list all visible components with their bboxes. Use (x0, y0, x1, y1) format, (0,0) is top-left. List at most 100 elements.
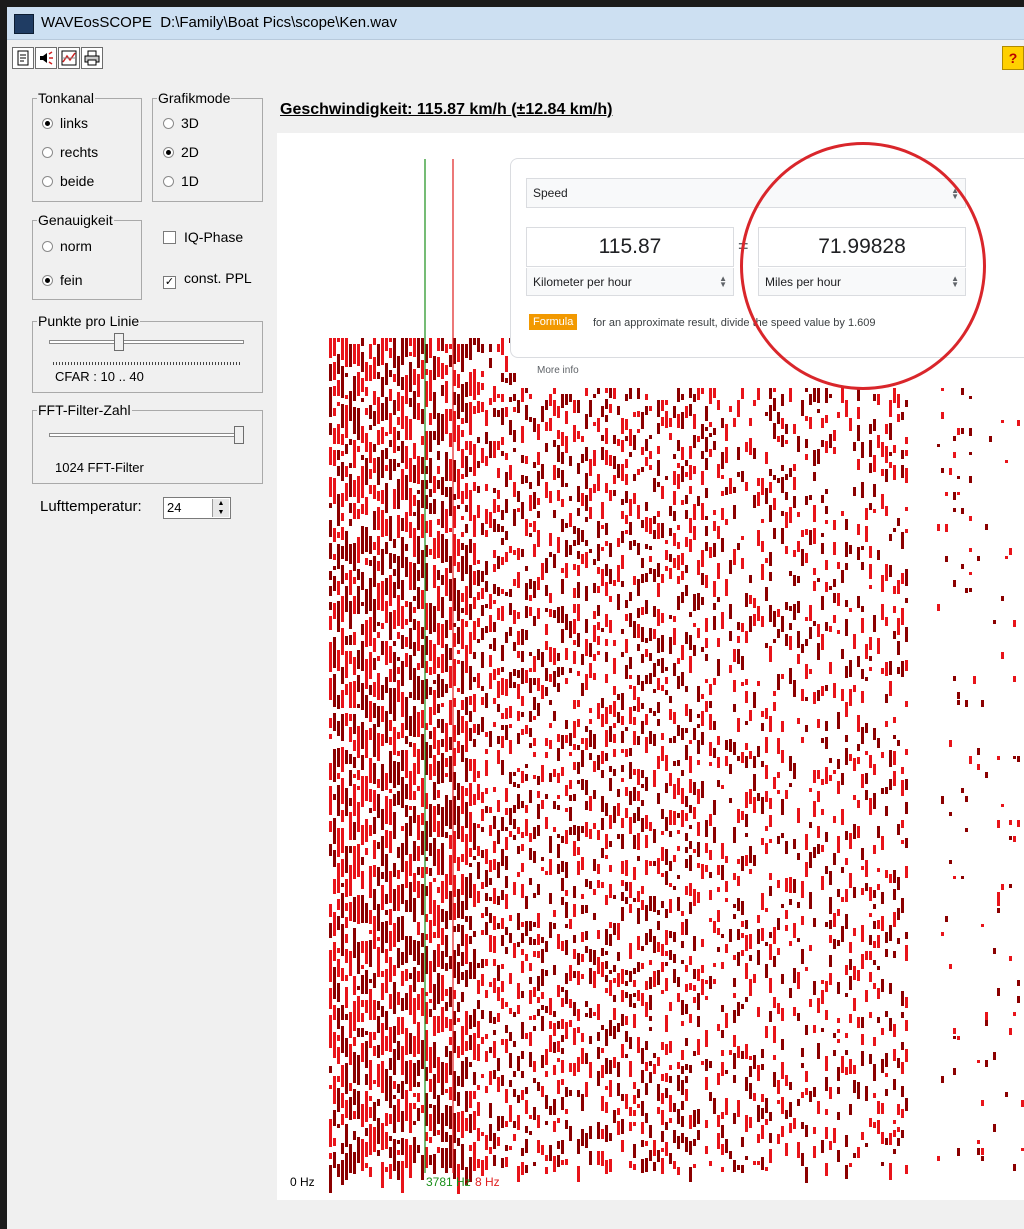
spectrum-cell (333, 637, 336, 668)
spectrum-cell (389, 612, 392, 640)
radio-circle[interactable] (163, 147, 174, 158)
spectrum-cell (389, 459, 392, 480)
spectrum-cell (541, 800, 544, 809)
radio-circle[interactable] (42, 147, 53, 158)
fft-slider-track[interactable] (49, 433, 244, 437)
spectrum-cell (897, 394, 900, 408)
spectrum-cell (337, 532, 340, 538)
punkte-slider-track[interactable] (49, 340, 244, 344)
spectrum-cell (401, 692, 404, 717)
from-value-input[interactable]: 115.87 (526, 227, 734, 267)
spectrum-cell (885, 1089, 888, 1096)
spectrum-cell (437, 761, 440, 784)
radio-circle[interactable] (42, 275, 53, 286)
radio-circle[interactable] (42, 118, 53, 129)
more-info-link[interactable]: More info (537, 365, 579, 376)
spectrum-cell (665, 978, 668, 991)
spectrum-cell (477, 1128, 480, 1141)
spectrum-cell (377, 1150, 380, 1156)
spin-arrows-icon[interactable]: ▲ ▼ (212, 499, 229, 517)
help-button[interactable]: ? (1002, 46, 1024, 70)
to-value-input[interactable]: 71.99828 (758, 227, 966, 267)
spectrum-cell (405, 936, 408, 963)
spectrum-cell (421, 953, 424, 982)
temperature-value[interactable]: 24 (167, 500, 181, 515)
spectrum-cell (557, 667, 560, 677)
spectrum-cell (825, 1163, 828, 1176)
radio-beide[interactable]: beide (42, 173, 94, 189)
spectrum-cell (329, 904, 332, 917)
radio-fein[interactable]: fein (42, 272, 83, 288)
spectrum-cell (413, 596, 416, 601)
spectrum-cell (505, 808, 508, 815)
spectrum-cell (761, 564, 764, 580)
spectrum-cell (509, 546, 512, 553)
spectrum-cell (529, 963, 532, 971)
spectrum-cell (389, 370, 392, 377)
spectrum-cell (357, 726, 360, 758)
spectrum-cell (745, 963, 748, 979)
spectrum-cell (441, 414, 444, 441)
chart-icon[interactable] (58, 47, 80, 69)
spectrum-cell (673, 886, 676, 890)
spectrum-cell (649, 556, 652, 562)
spectrum-cell (489, 655, 492, 667)
spectrum-cell (349, 519, 352, 526)
spectrum-cell (701, 1061, 704, 1065)
spectrum-cell (581, 1048, 584, 1064)
const-ppl-checkbox[interactable]: ✓ const. PPL (163, 270, 252, 289)
category-select[interactable]: Speed ▲ ▼ (526, 178, 966, 208)
spectrum-cell (889, 1163, 892, 1180)
spectrum-cell (513, 682, 516, 688)
spectrum-cell (485, 1086, 488, 1093)
spectrum-cell (613, 1110, 616, 1123)
spectrum-cell (869, 564, 872, 579)
radio-rechts[interactable]: rechts (42, 144, 98, 160)
spectrum-cell (905, 1165, 908, 1174)
spectrum-cell (477, 618, 480, 627)
spectrum-cell (405, 544, 408, 551)
radio-2d[interactable]: 2D (163, 144, 199, 160)
document-icon[interactable] (12, 47, 34, 69)
title-bar[interactable]: WAVEosSCOPE D:\Family\Boat Pics\scope\Ke… (7, 7, 1024, 40)
radio-circle[interactable] (163, 118, 174, 129)
spectrum-cell (869, 656, 872, 661)
iq-phase-checkbox[interactable]: IQ-Phase (163, 229, 243, 245)
spectrum-cell (413, 619, 416, 630)
speaker-icon[interactable] (35, 47, 57, 69)
spectrum-cell (645, 1113, 648, 1123)
radio-links[interactable]: links (42, 115, 88, 131)
spectrum-cell (697, 714, 700, 718)
checkbox-box[interactable] (163, 231, 176, 244)
spectrum-cell (349, 1012, 352, 1038)
check-icon[interactable]: ✓ (163, 276, 176, 289)
radio-1d[interactable]: 1D (163, 173, 199, 189)
spectrum-cell (689, 539, 692, 552)
radio-circle[interactable] (42, 241, 53, 252)
radio-circle[interactable] (42, 176, 53, 187)
spectrum-cell (893, 951, 896, 958)
spectrum-cell (945, 492, 948, 496)
spectrum-cell (329, 1085, 332, 1089)
radio-circle[interactable] (163, 176, 174, 187)
spectrum-cell (329, 718, 332, 728)
spectrum-cell (545, 738, 548, 746)
spectrum-cell (641, 574, 644, 583)
printer-icon[interactable] (81, 47, 103, 69)
spectrum-cell (689, 902, 692, 914)
spectrum-cell (693, 526, 696, 540)
spectrum-cell (373, 391, 376, 405)
spectrum-cell (901, 661, 904, 677)
temperature-spinbox[interactable]: 24 ▲ ▼ (163, 497, 231, 519)
spectrum-cell (529, 790, 532, 803)
radio-norm[interactable]: norm (42, 238, 92, 254)
spectrum-cell (337, 380, 340, 396)
app-icon (14, 14, 34, 34)
to-unit-select[interactable]: Miles per hour ▲ ▼ (758, 268, 966, 296)
radio-3d[interactable]: 3D (163, 115, 199, 131)
from-unit-select[interactable]: Kilometer per hour ▲ ▼ (526, 268, 734, 296)
spectrum-cell (657, 702, 660, 713)
fft-slider-thumb[interactable] (234, 426, 244, 444)
punkte-slider-thumb[interactable] (113, 333, 124, 351)
spectrum-cell (513, 373, 516, 382)
